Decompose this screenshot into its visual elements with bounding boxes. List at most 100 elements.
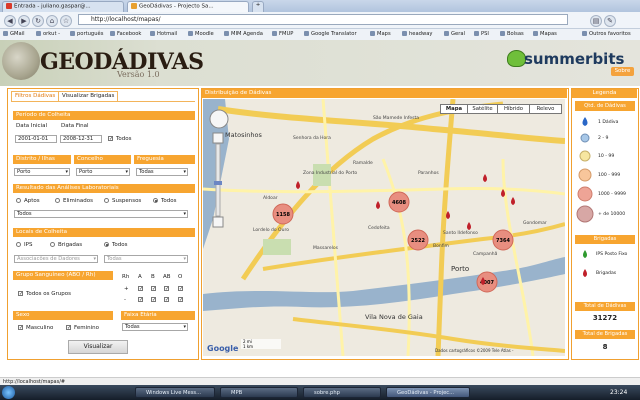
grupo-ab-pos-checkbox[interactable]: ✓	[164, 286, 169, 292]
bookmark-moodle[interactable]: Moodle	[188, 31, 214, 37]
data-final-input[interactable]: 2008-12-31	[60, 135, 102, 143]
gmail-icon	[3, 31, 8, 36]
bookmark-gmail[interactable]: GMail	[3, 31, 25, 37]
distrito-select[interactable]: Porto	[14, 168, 70, 176]
analises-select[interactable]: Todos	[14, 210, 188, 218]
bookmark-maps[interactable]: Maps	[370, 31, 391, 37]
bookmark-fmup[interactable]: FMUP	[272, 31, 293, 37]
associacoes-select[interactable]: Associacões de Dadores	[14, 255, 98, 263]
grupo-o-pos-checkbox[interactable]: ✓	[178, 286, 183, 292]
associacoes-value-select[interactable]: Todas	[104, 255, 188, 263]
bookmark-psi[interactable]: PSI	[474, 31, 489, 37]
radio-ips[interactable]	[16, 242, 21, 247]
radio-suspensos[interactable]	[104, 198, 109, 203]
ips-label: IPS	[24, 242, 33, 248]
place-label: Zona Industrial do Porto	[303, 170, 357, 176]
legend-level: 100 - 999	[598, 173, 621, 178]
zoom-slider-thumb[interactable]	[214, 181, 222, 185]
legend-circle-icon	[576, 205, 594, 223]
zoom-out-icon[interactable]	[212, 216, 224, 228]
bookmark-hotmail[interactable]: Hotmail	[150, 31, 177, 37]
masculino-checkbox[interactable]: ✓	[18, 325, 23, 331]
tab-label: Entrada - juliano.gaspar@...	[14, 3, 91, 10]
bookmark-translator[interactable]: Google Translator	[304, 31, 357, 37]
zoom-in-icon[interactable]	[212, 132, 224, 144]
new-tab-button[interactable]: +	[252, 1, 264, 12]
suspensos-label: Suspensos	[112, 198, 142, 204]
taskbar-item-sobre[interactable]: sobre.php	[303, 387, 381, 398]
reload-icon[interactable]: ↻	[32, 15, 44, 27]
legend-brigadas-header: Brigadas	[575, 235, 635, 244]
hotmail-icon	[150, 31, 155, 36]
taskbar-item-mpb[interactable]: MPB	[220, 387, 298, 398]
brigadas-label: Brigadas	[58, 242, 83, 248]
maptype-satelite[interactable]: Satélite	[467, 104, 498, 114]
forward-icon[interactable]: ▶	[18, 15, 30, 27]
place-label: Paranhos	[418, 170, 439, 176]
google-logo: Google	[207, 344, 239, 353]
bookmark-headway[interactable]: headway	[402, 31, 432, 37]
grupo-b-neg-checkbox[interactable]: ✓	[151, 297, 156, 303]
tab-visualizar-brigadas[interactable]: Visualizar Brigadas	[58, 91, 119, 101]
other-bookmarks[interactable]: Outros favoritos	[582, 31, 631, 37]
radio-aptos[interactable]	[16, 198, 21, 203]
tab-divider	[11, 101, 195, 102]
tab-gmail[interactable]: Entrada - juliano.gaspar@...	[2, 1, 124, 12]
total-brigadas-value: 8	[602, 343, 608, 351]
cluster-label: 4608	[392, 200, 406, 206]
brigadas-legend-label: Brigadas	[596, 271, 617, 276]
eliminados-label: Eliminados	[63, 198, 93, 204]
maptype-relevo[interactable]: Relevo	[529, 104, 562, 114]
bookmark-portugues[interactable]: português	[70, 31, 103, 37]
pan-control-icon[interactable]	[209, 109, 229, 129]
tab-geodadivas[interactable]: GeoDádivas - Projecto Sa...	[127, 1, 249, 12]
faixa-select[interactable]: Todas	[122, 323, 188, 331]
map-canvas[interactable]: 1158 4608 2522 7364 4007 Matosinhos Zona…	[203, 99, 565, 356]
maptype-mapa[interactable]: Mapa	[440, 104, 468, 114]
radio-brigadas[interactable]	[50, 242, 55, 247]
folder-icon	[533, 31, 538, 36]
periodo-todos-checkbox[interactable]: ✓	[108, 136, 113, 142]
maptype-hibrido[interactable]: Híbrido	[497, 104, 530, 114]
place-label: Bonfim	[433, 243, 449, 249]
feminino-checkbox[interactable]: ✓	[66, 325, 71, 331]
bookmark-geral[interactable]: Geral	[444, 31, 465, 37]
home-icon[interactable]: ⌂	[46, 15, 58, 27]
cluster-label: 7364	[496, 238, 510, 244]
star-icon[interactable]: ☆	[60, 15, 72, 27]
data-inicial-input[interactable]: 2001-01-01	[15, 135, 57, 143]
place-label: Ramalde	[353, 160, 373, 166]
radio-analises-todos[interactable]	[153, 198, 158, 203]
todos-grupos-checkbox[interactable]: ✓	[18, 291, 23, 297]
grupo-a-neg-checkbox[interactable]: ✓	[138, 297, 143, 303]
total-dadivas-header: Total de Dádivas	[575, 302, 635, 311]
address-bar[interactable]: http://localhost/mapas/	[78, 14, 568, 25]
data-inicial-label: Data Inicial	[16, 123, 47, 129]
taskbar-item-messenger[interactable]: Windows Live Mess...	[135, 387, 215, 398]
bookmark-mapas[interactable]: Mapas	[533, 31, 557, 37]
radio-locais-todos[interactable]	[104, 242, 109, 247]
visualizar-button[interactable]: Visualizar	[68, 340, 128, 354]
sobre-button[interactable]: Sobre	[611, 67, 634, 76]
concelho-select[interactable]: Porto	[76, 168, 130, 176]
legend-title: Legenda	[572, 89, 637, 98]
wrench-icon[interactable]: ✎	[604, 15, 616, 27]
page-menu-icon[interactable]: ▤	[590, 15, 602, 27]
bookmark-mim-agenda[interactable]: MIM Agenda	[224, 31, 263, 37]
section-grupo: Grupo Sanguíneo (ABO / Rh)	[13, 271, 113, 280]
start-button-icon[interactable]	[2, 386, 15, 399]
grupo-a-pos-checkbox[interactable]: ✓	[138, 286, 143, 292]
taskbar-item-geodadivas[interactable]: GeoDádivas - Projec...	[386, 387, 470, 398]
bookmark-bolsas[interactable]: Bolsas	[500, 31, 524, 37]
grupo-ab-neg-checkbox[interactable]: ✓	[164, 297, 169, 303]
radio-eliminados[interactable]	[55, 198, 60, 203]
grupo-b-pos-checkbox[interactable]: ✓	[151, 286, 156, 292]
tab-filtros-dadivas[interactable]: Filtros Dádivas	[11, 91, 60, 101]
freguesia-select[interactable]: Todas	[136, 168, 188, 176]
zoom-slider[interactable]	[215, 143, 221, 217]
bookmark-orkut[interactable]: orkut -	[36, 31, 60, 37]
back-icon[interactable]: ◀	[4, 15, 16, 27]
clock: 23:24	[610, 389, 628, 396]
grupo-o-neg-checkbox[interactable]: ✓	[178, 297, 183, 303]
bookmark-facebook[interactable]: Facebook	[110, 31, 141, 37]
